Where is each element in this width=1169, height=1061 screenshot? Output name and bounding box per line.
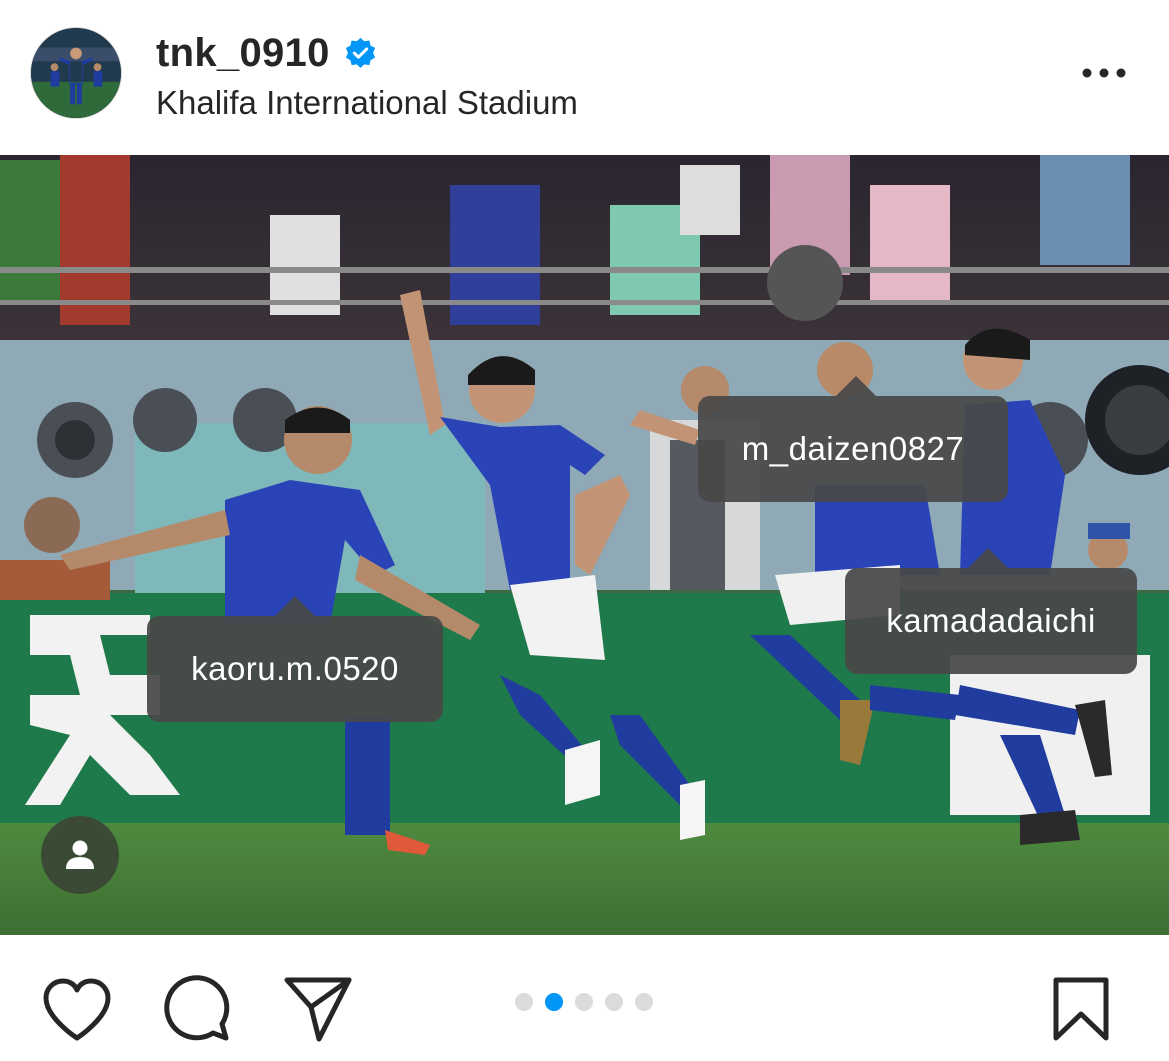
paper-plane-icon[interactable] bbox=[283, 975, 353, 1043]
user-tag-daizen[interactable]: m_daizen0827 bbox=[698, 376, 1008, 502]
person-icon bbox=[66, 840, 94, 869]
carousel-dot bbox=[575, 993, 593, 1011]
carousel-dot bbox=[605, 993, 623, 1011]
carousel-dot-active bbox=[545, 993, 563, 1011]
post-location[interactable]: Khalifa International Stadium bbox=[156, 84, 578, 122]
verified-badge-icon bbox=[344, 37, 377, 70]
carousel-dot bbox=[635, 993, 653, 1011]
comment-icon[interactable] bbox=[163, 975, 231, 1043]
post-photo[interactable]: m_daizen0827 kamadadaichi kaoru.m.0520 bbox=[0, 155, 1169, 935]
carousel-indicator bbox=[515, 993, 653, 1011]
football-celebration-image bbox=[0, 155, 1169, 935]
post-header: tnk_0910 Khalifa International Stadium bbox=[0, 0, 1169, 155]
bookmark-icon[interactable] bbox=[1052, 976, 1110, 1042]
user-tag-kamada[interactable]: kamadadaichi bbox=[845, 548, 1137, 674]
profile-avatar[interactable] bbox=[30, 27, 122, 119]
avatar-photo bbox=[31, 28, 121, 118]
username-row: tnk_0910 bbox=[156, 30, 377, 76]
post-username[interactable]: tnk_0910 bbox=[156, 31, 330, 76]
user-tag-kaoru[interactable]: kaoru.m.0520 bbox=[147, 596, 443, 722]
tagged-users-button[interactable] bbox=[41, 816, 119, 894]
heart-icon[interactable] bbox=[42, 978, 112, 1042]
carousel-dot bbox=[515, 993, 533, 1011]
action-bar bbox=[0, 935, 1169, 1061]
more-options-icon[interactable] bbox=[1076, 58, 1132, 88]
